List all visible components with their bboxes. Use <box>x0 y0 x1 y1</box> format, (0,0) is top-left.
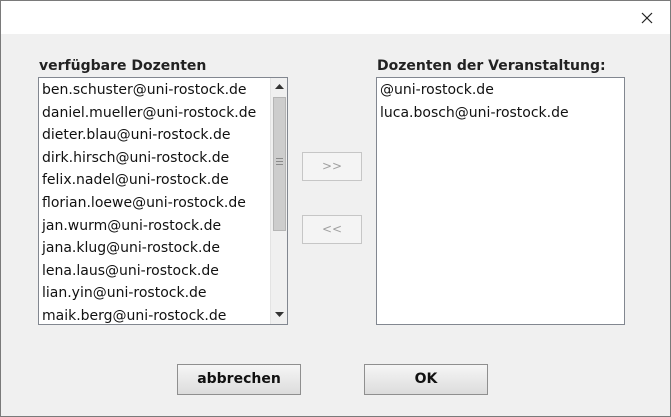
list-item[interactable]: dirk.hirsch@uni-rostock.de <box>39 147 287 170</box>
assigned-lecturers-label: Dozenten der Veranstaltung: <box>377 58 606 74</box>
chevron-down-icon <box>275 312 284 317</box>
list-item[interactable]: lena.laus@uni-rostock.de <box>39 260 287 283</box>
chevron-up-icon <box>275 84 284 89</box>
list-item[interactable]: dieter.blau@uni-rostock.de <box>39 124 287 147</box>
list-item[interactable]: maik.berg@uni-rostock.de <box>39 305 287 324</box>
available-list-scrollbar[interactable] <box>270 78 287 324</box>
scroll-thumb[interactable] <box>273 97 286 231</box>
add-lecturer-button[interactable]: >> <box>302 152 362 181</box>
list-item[interactable]: jan.wurm@uni-rostock.de <box>39 215 287 238</box>
assigned-lecturers-list[interactable]: @uni-rostock.de luca.bosch@uni-rostock.de <box>376 77 625 325</box>
available-lecturers-label: verfügbare Dozenten <box>39 58 207 74</box>
list-item[interactable]: ben.schuster@uni-rostock.de <box>39 79 287 102</box>
list-item[interactable]: lian.yin@uni-rostock.de <box>39 282 287 305</box>
close-button[interactable] <box>632 5 662 31</box>
scroll-up-button[interactable] <box>271 78 287 95</box>
ok-button[interactable]: OK <box>364 364 488 395</box>
list-item[interactable]: felix.nadel@uni-rostock.de <box>39 169 287 192</box>
list-item[interactable]: luca.bosch@uni-rostock.de <box>377 102 624 125</box>
remove-lecturer-button[interactable]: << <box>302 215 362 244</box>
list-item[interactable]: daniel.mueller@uni-rostock.de <box>39 102 287 125</box>
dialog-window: verfügbare Dozenten ben.schuster@uni-ros… <box>0 0 671 417</box>
list-item[interactable]: jana.klug@uni-rostock.de <box>39 237 287 260</box>
grip-line <box>276 164 283 165</box>
grip-line <box>276 161 283 162</box>
list-item[interactable]: @uni-rostock.de <box>377 79 624 102</box>
close-icon <box>641 12 653 24</box>
available-lecturers-list[interactable]: ben.schuster@uni-rostock.de daniel.muelle… <box>38 77 288 325</box>
title-bar <box>1 1 670 34</box>
grip-line <box>276 158 283 159</box>
list-item[interactable]: florian.loewe@uni-rostock.de <box>39 192 287 215</box>
cancel-button[interactable]: abbrechen <box>177 364 301 395</box>
scroll-down-button[interactable] <box>271 307 287 324</box>
